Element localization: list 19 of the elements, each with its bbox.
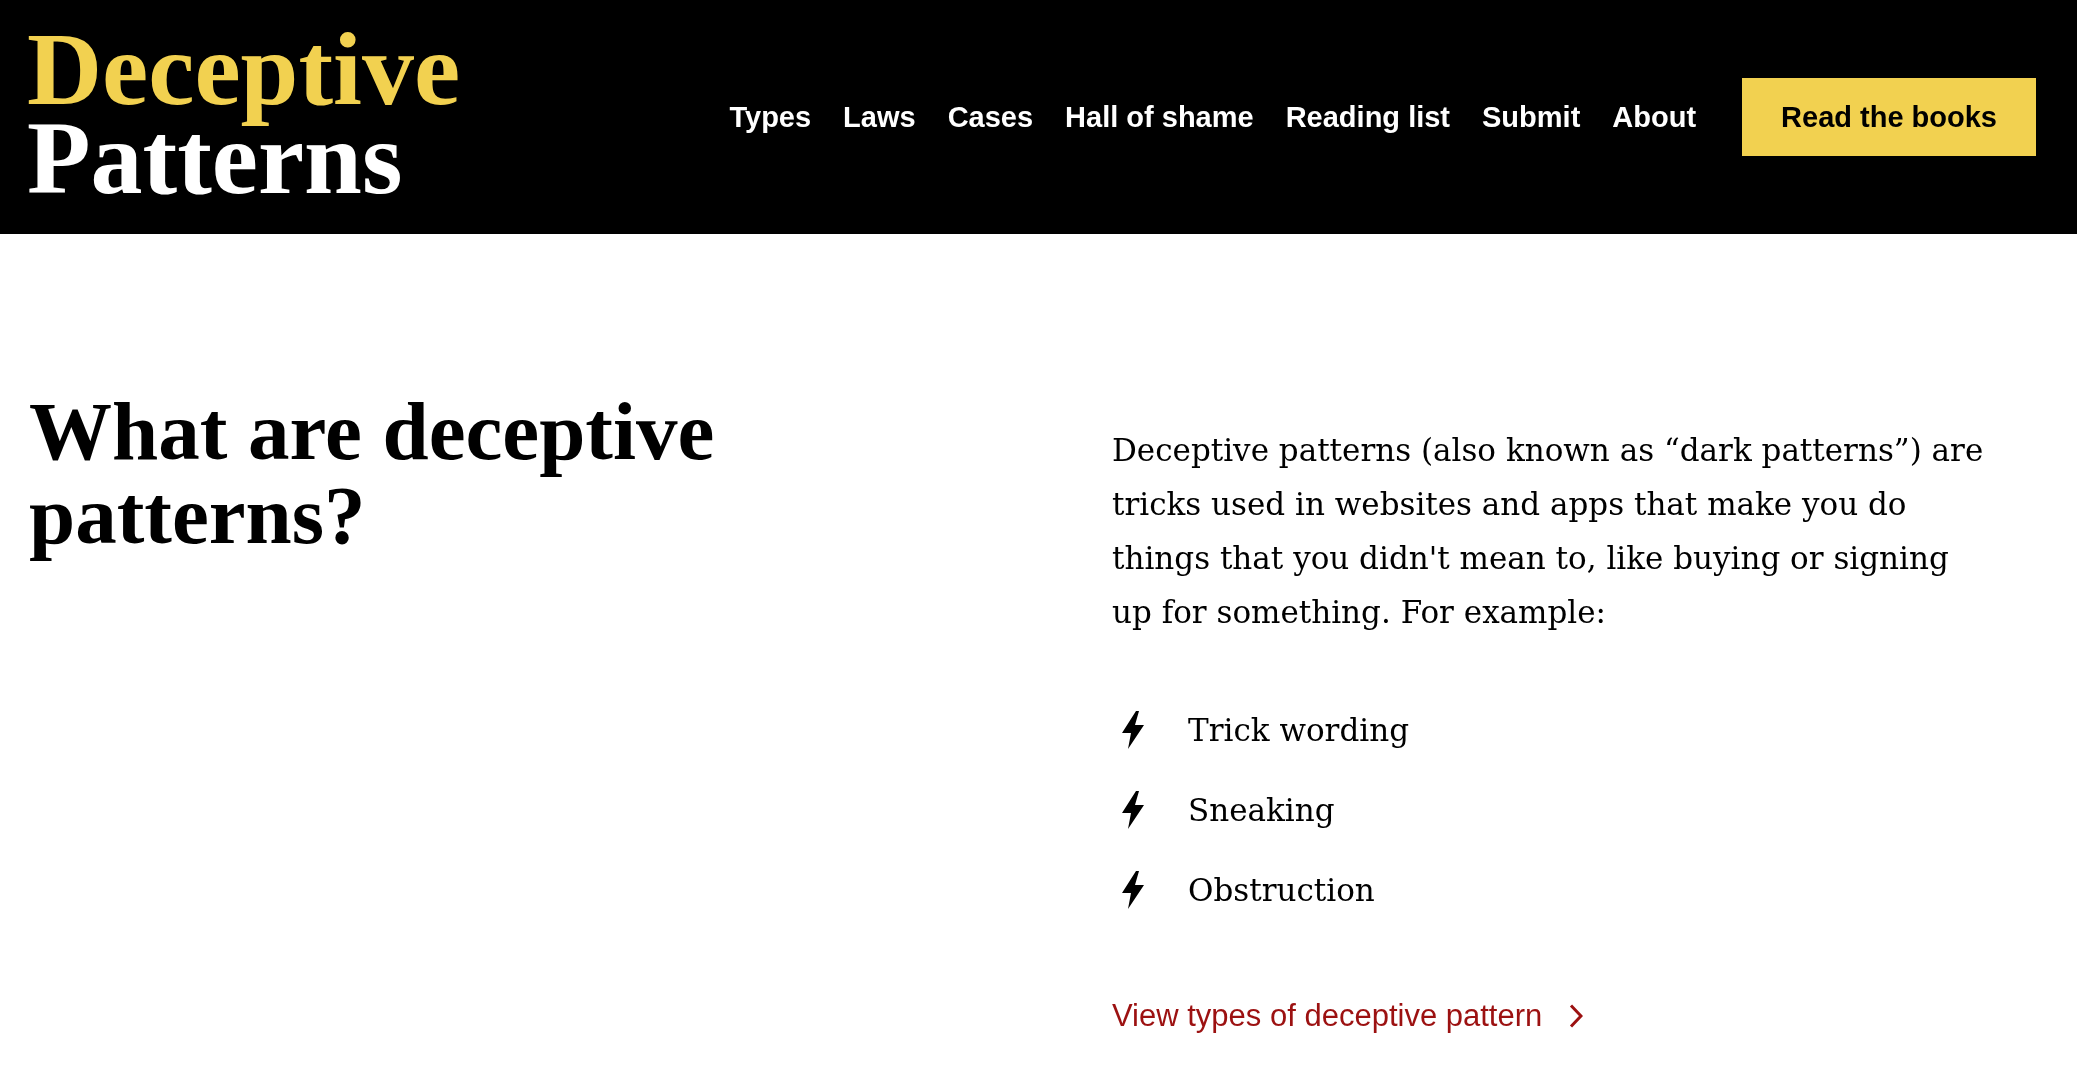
lightning-icon <box>1121 711 1145 749</box>
lightning-icon <box>1121 871 1145 909</box>
nav-link[interactable]: Reading list <box>1285 99 1451 135</box>
view-types-link[interactable]: View types of deceptive pattern <box>1112 996 1584 1036</box>
example-label: Obstruction <box>1188 871 1375 910</box>
example-label: Sneaking <box>1188 791 1335 830</box>
page-heading: What are deceptive patterns? <box>29 389 716 563</box>
nav-link[interactable]: Hall of shame <box>1065 99 1254 135</box>
site-logo[interactable]: Deceptive Patterns <box>27 24 461 210</box>
chevron-right-icon <box>1569 1004 1584 1028</box>
nav-link[interactable]: Types <box>729 99 812 135</box>
nav-link[interactable]: Submit <box>1482 99 1581 135</box>
nav-link[interactable]: Laws <box>843 99 916 135</box>
nav-link[interactable]: About <box>1612 99 1697 135</box>
intro-paragraph: Deceptive patterns (also known as “dark patterns”) are tricks used in websites and apps that make you do things that you didn't mean to, like buying or signing up for something. For example: <box>1112 431 1985 632</box>
lightning-icon <box>1121 791 1145 829</box>
read-books-button[interactable]: Read the books <box>1742 78 2036 156</box>
nav-link[interactable]: Cases <box>947 99 1034 135</box>
example-label: Trick wording <box>1188 711 1409 750</box>
